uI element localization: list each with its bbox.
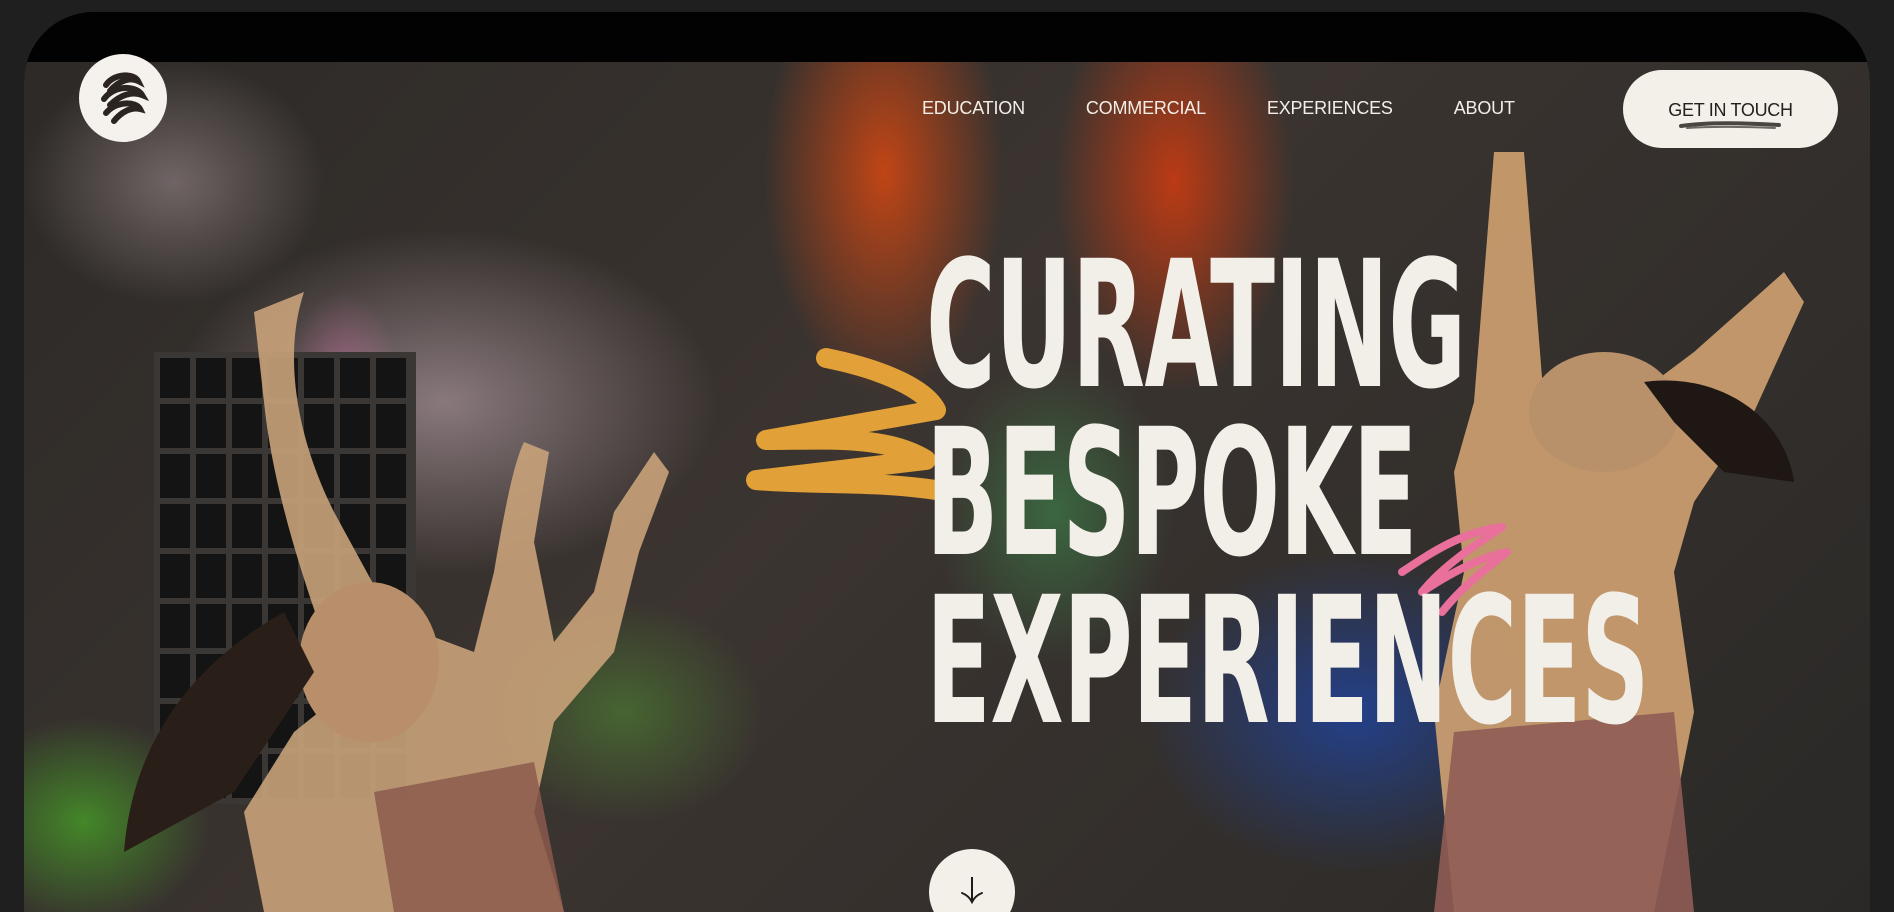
- main-navigation: EDUCATION COMMERCIAL EXPERIENCES ABOUT: [922, 98, 1515, 119]
- wave-logo-icon: [101, 72, 150, 124]
- arrow-down-icon: [961, 877, 983, 905]
- hero-headline: CURATING BESPOKE EXPERIENCES: [926, 223, 1650, 764]
- headline-line: BESPOKE: [926, 391, 1418, 596]
- top-bar: [24, 12, 1870, 62]
- page-frame: EDUCATION COMMERCIAL EXPERIENCES ABOUT G…: [24, 12, 1870, 912]
- headline-line: EXPERIENCES: [926, 559, 1650, 764]
- headline-line: CURATING: [926, 223, 1466, 428]
- get-in-touch-button[interactable]: GET IN TOUCH: [1623, 70, 1838, 148]
- scribble-underline-decoration: [1679, 121, 1781, 129]
- nav-link-experiences[interactable]: EXPERIENCES: [1267, 98, 1393, 119]
- nav-link-about[interactable]: ABOUT: [1454, 98, 1515, 119]
- dancer-left-image: [124, 292, 669, 912]
- nav-link-education[interactable]: EDUCATION: [922, 98, 1025, 119]
- yellow-brush-stroke-decoration: [746, 348, 946, 500]
- nav-link-commercial[interactable]: COMMERCIAL: [1086, 98, 1206, 119]
- get-in-touch-label: GET IN TOUCH: [1668, 100, 1793, 120]
- brand-logo[interactable]: [79, 54, 167, 142]
